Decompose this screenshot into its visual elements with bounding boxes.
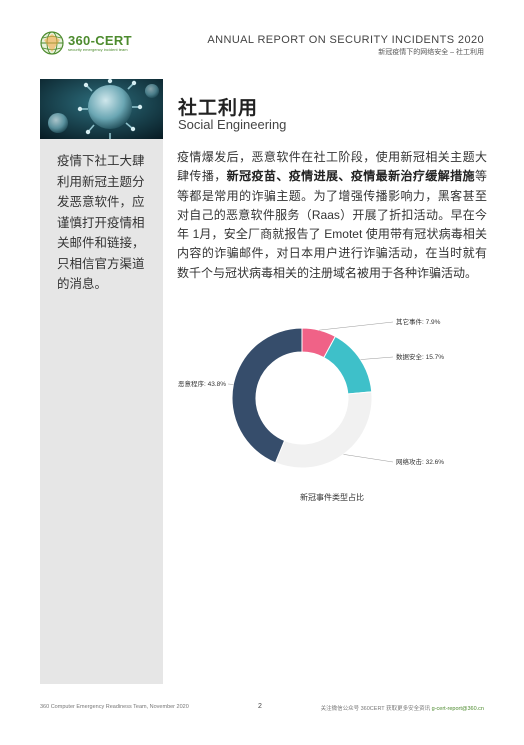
leader-line-0 [319,321,394,331]
globe-icon [40,31,64,55]
sidebar-callout: 疫情下社工大肆利用新冠主题分发恶意软件，应谨慎打开疫情相关邮件和链接，只相信官方… [40,139,163,684]
donut-chart: 其它事件: 7.9% 数据安全: 15.7% 网络攻击: 32.6% 恶意程序: 43… [178,312,486,506]
body-text-bold: 新冠疫苗、疫情进展、疫情最新治疗缓解措施 [226,169,475,184]
slice-label-2: 网络攻击: 32.6% [396,457,444,466]
slice-label-3: 恶意程序: 43.8% [178,379,226,388]
body-paragraph: 疫情爆发后，恶意软件在社工阶段，使用新冠相关主题大肆传播，新冠疫苗、疫情进展、疫… [177,148,487,283]
section-title-en: Social Engineering [178,117,287,132]
donut-chart-svg: 其它事件: 7.9% 数据安全: 15.7% 网络攻击: 32.6% 恶意程序: 43… [178,317,444,469]
360cert-logo: 360-CERT security emergency incident tea… [40,30,150,56]
footer-contact: 关注微信公众号 360CERT 获取更多安全资讯 g-cert-report@3… [321,704,484,712]
report-subtitle: 新冠疫情下的网络安全 – 社工利用 [378,49,484,56]
logo-tagline: security emergency incident team [68,47,128,52]
donut-slice-1 [323,335,373,395]
report-title: ANNUAL REPORT ON SECURITY INCIDENTS 2020 [207,34,484,46]
chart-caption: 新冠事件类型占比 [300,493,364,502]
logo-name: 360-CERT [68,33,132,48]
footer-org: 360 Computer Emergency Readiness Team, N… [40,704,189,710]
virus-hero-image [40,79,163,139]
slice-label-0: 其它事件: 7.9% [396,317,441,326]
footer-follow-text: 关注微信公众号 360CERT 获取更多安全资讯 [320,706,431,712]
leader-line-1 [360,356,394,360]
report-header: ANNUAL REPORT ON SECURITY INCIDENTS 2020… [207,34,484,57]
leader-line-2 [343,454,394,463]
sidebar-text: 疫情下社工大肆利用新冠主题分发恶意软件，应谨慎打开疫情相关邮件和链接，只相信官方… [57,154,145,291]
footer-email: g-cert-report@360.cn [431,706,484,712]
page-number: 2 [258,703,262,710]
section-title-cn: 社工利用 [178,98,259,119]
body-text-part2: 等等都是常用的诈骗主题。为了增强传播影响力，黑客甚至对自己的恶意软件服务（Raa… [177,169,487,280]
slice-label-1: 数据安全: 15.7% [396,352,444,361]
